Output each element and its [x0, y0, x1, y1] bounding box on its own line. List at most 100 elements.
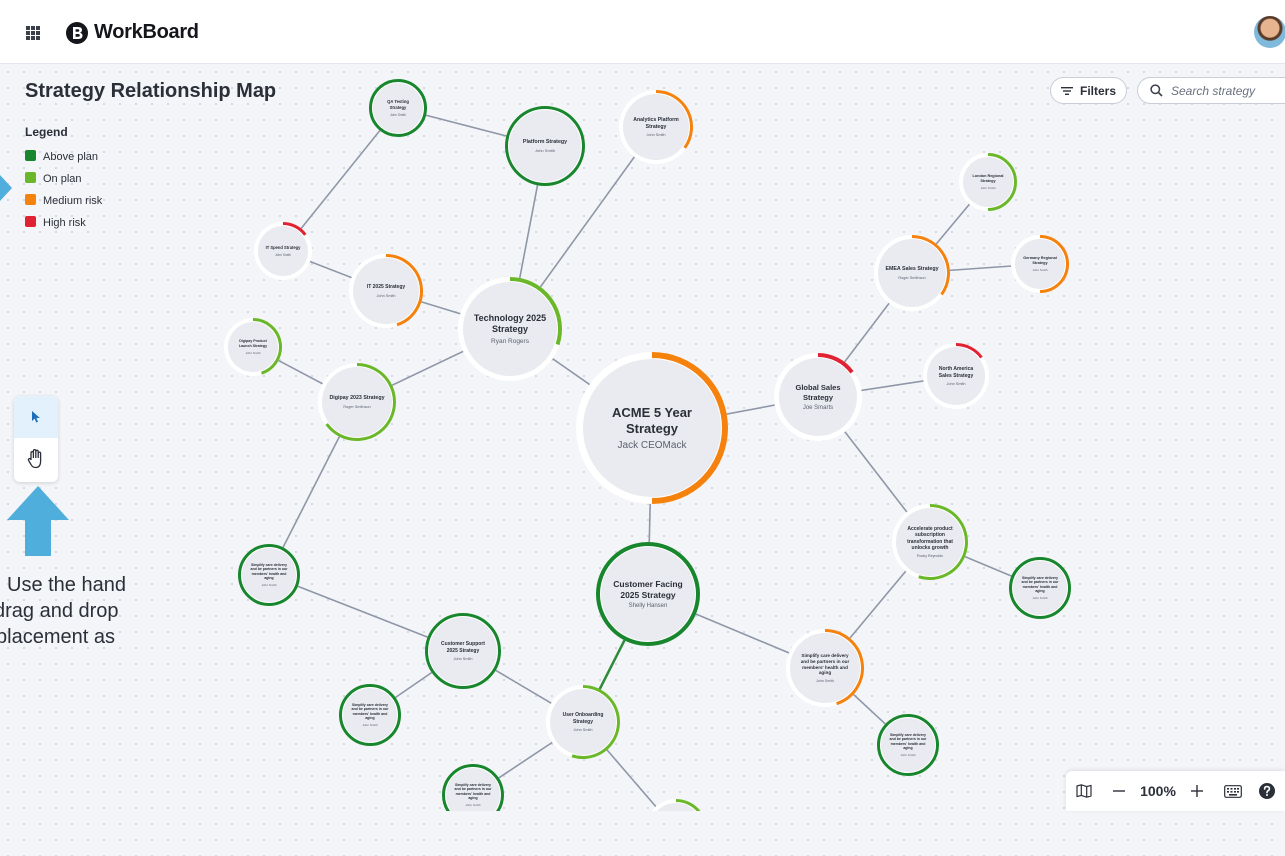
- node-owner: John Smith: [900, 753, 916, 758]
- strategy-node-bottom_partial[interactable]: [650, 804, 702, 856]
- strategy-node-acme[interactable]: ACME 5 Year Strategy Jack CEOMack: [584, 360, 720, 496]
- zoom-out-button[interactable]: [1102, 784, 1136, 798]
- node-title: Accelerate product subscription transfor…: [907, 526, 953, 551]
- strategy-node-emea[interactable]: EMEA Sales Strategy Roger Smithson: [879, 240, 945, 306]
- filters-button[interactable]: Filters: [1050, 77, 1127, 104]
- hint-text: Use the hand drag and drop placement as: [0, 572, 200, 650]
- filters-label: Filters: [1079, 83, 1116, 98]
- node-title: Simplify care delivery and be partners i…: [454, 782, 492, 800]
- legend-item-on-plan: On plan: [25, 172, 82, 186]
- search-placeholder: Search strategy: [1171, 83, 1256, 98]
- legend-item-high-risk: High risk: [25, 216, 86, 230]
- node-owner: John Smith: [646, 133, 666, 137]
- node-title: ACME 5 Year Strategy: [612, 404, 692, 436]
- minimap-button[interactable]: [1066, 784, 1102, 798]
- node-owner: Joe Smarts: [802, 404, 834, 411]
- strategy-node-digipaylaunch[interactable]: Digipay Product Launch Strategy John Smit…: [229, 323, 277, 371]
- node-owner: Roger Smithson: [898, 275, 926, 280]
- node-owner: John Smith: [465, 803, 481, 808]
- help-icon: [1259, 783, 1275, 799]
- node-owner: John Smith: [573, 727, 593, 732]
- strategy-node-onboard[interactable]: User Onboarding Strategy John Smith: [551, 690, 615, 754]
- node-owner: Ryan Rogers: [491, 338, 529, 346]
- node-owner: Rocky Reynolds: [917, 554, 943, 558]
- strategy-node-simp_right[interactable]: Simplify care delivery and be partners i…: [1014, 562, 1066, 614]
- node-title: Customer Facing 2025 Strategy: [613, 578, 683, 600]
- strategy-node-simp_bottom[interactable]: Simplify care delivery and be partners i…: [447, 769, 499, 821]
- node-title: Simplify care delivery and be partners i…: [351, 702, 389, 720]
- node-owner: John Smith: [390, 112, 406, 117]
- strategy-node-simp_lowright[interactable]: Simplify care delivery and be partners i…: [882, 719, 934, 771]
- select-tool-button[interactable]: [14, 396, 58, 438]
- node-owner: John Smith: [980, 186, 996, 191]
- node-title: Simplify care delivery and be partners i…: [1021, 575, 1059, 593]
- node-owner: John Smith: [946, 381, 966, 386]
- pointer-icon: [32, 411, 40, 423]
- node-title: Analytics Platform Strategy: [633, 117, 679, 130]
- canvas-tools: [14, 396, 58, 482]
- hint-line: Use the hand: [7, 574, 126, 596]
- hint-line: placement as: [0, 626, 115, 648]
- node-title: Customer Support 2025 Strategy: [441, 641, 485, 654]
- strategy-node-analytics[interactable]: Analytics Platform Strategy John Smith: [624, 95, 688, 159]
- strategy-node-digipay2023[interactable]: Digipay 2023 Strategy Roger Smithson: [323, 368, 391, 436]
- map-icon: [1076, 784, 1092, 798]
- help-button[interactable]: [1252, 783, 1282, 799]
- node-title: Simplify care delivery and be partners i…: [889, 732, 927, 750]
- strategy-node-global[interactable]: Global Sales Strategy Joe Smarts: [780, 359, 856, 435]
- hint-line: drag and drop: [0, 600, 119, 622]
- legend-item-medium-risk: Medium risk: [25, 194, 102, 208]
- hand-icon: [27, 448, 42, 469]
- strategy-node-support[interactable]: Customer Support 2025 Strategy John Smith: [430, 618, 496, 684]
- legend-label: Medium risk: [43, 195, 103, 207]
- strategy-node-platform[interactable]: Platform Strategy John Smith: [510, 111, 580, 181]
- node-title: IT Spend Strategy: [265, 244, 301, 250]
- legend-label: Above plan: [43, 151, 99, 163]
- zoom-in-button[interactable]: [1180, 784, 1214, 798]
- node-owner: John Smith: [275, 253, 291, 258]
- node-title: Global Sales Strategy: [795, 383, 841, 402]
- node-title: Technology 2025 Strategy: [473, 312, 547, 334]
- zoom-controls: 100%: [1066, 771, 1285, 811]
- strategy-node-london[interactable]: London Regional Strategy John Smith: [964, 158, 1012, 206]
- node-title: North America Sales Strategy: [938, 366, 974, 379]
- strategy-node-it2025[interactable]: IT 2025 Strategy John Smith: [354, 259, 418, 323]
- strategy-node-simp_left[interactable]: Simplify care delivery and be partners i…: [243, 549, 295, 601]
- node-title: Germany Regional Strategy: [1023, 255, 1057, 265]
- node-title: QA Testing Strategy: [387, 99, 409, 110]
- strategy-node-itspend[interactable]: IT Spend Strategy John Smith: [259, 227, 307, 275]
- node-owner: John Smith: [453, 656, 473, 661]
- minus-icon: [1113, 790, 1125, 792]
- hand-tool-button[interactable]: [14, 438, 58, 480]
- strategy-node-qa[interactable]: QA Testing Strategy John Smith: [374, 84, 422, 132]
- node-owner: John Smith: [1032, 596, 1048, 601]
- search-icon: [1150, 84, 1163, 97]
- plus-icon: [1191, 785, 1203, 797]
- node-title: IT 2025 Strategy: [366, 284, 406, 291]
- node-owner: John Smith: [245, 350, 261, 355]
- strategy-node-germany[interactable]: Germany Regional Strategy John Smith: [1016, 240, 1064, 288]
- legend-item-above-plan: Above plan: [25, 150, 98, 164]
- node-title: Simplify care delivery and be partners i…: [800, 653, 850, 676]
- keyboard-shortcuts-button[interactable]: [1214, 784, 1252, 798]
- legend-label: On plan: [43, 173, 82, 185]
- legend-swatch: [25, 216, 36, 227]
- strategy-node-simp_mid[interactable]: Simplify care delivery and be partners i…: [791, 634, 859, 702]
- callout-arrow-icon: [0, 175, 12, 201]
- strategy-node-northam[interactable]: North America Sales Strategy John Smith: [928, 348, 984, 404]
- search-input[interactable]: Search strategy: [1137, 77, 1285, 104]
- node-title: Platform Strategy: [522, 138, 568, 145]
- strategy-node-accel[interactable]: Accelerate product subscription transfor…: [897, 509, 963, 575]
- legend-swatch: [25, 150, 36, 161]
- node-owner: John Smith: [1032, 268, 1048, 273]
- node-owner: Roger Smithson: [343, 404, 371, 409]
- node-owner: John Smith: [261, 583, 277, 588]
- node-title: EMEA Sales Strategy: [885, 266, 939, 273]
- node-title: London Regional Strategy: [972, 173, 1004, 183]
- strategy-node-simp_lowleft[interactable]: Simplify care delivery and be partners i…: [344, 689, 396, 741]
- node-owner: John Smith: [534, 148, 555, 154]
- node-title: Digipay 2023 Strategy: [329, 395, 385, 402]
- strategy-node-tech[interactable]: Technology 2025 Strategy Ryan Rogers: [464, 283, 556, 375]
- legend-swatch: [25, 172, 36, 183]
- strategy-node-cust[interactable]: Customer Facing 2025 Strategy Shelly Hans…: [602, 548, 694, 640]
